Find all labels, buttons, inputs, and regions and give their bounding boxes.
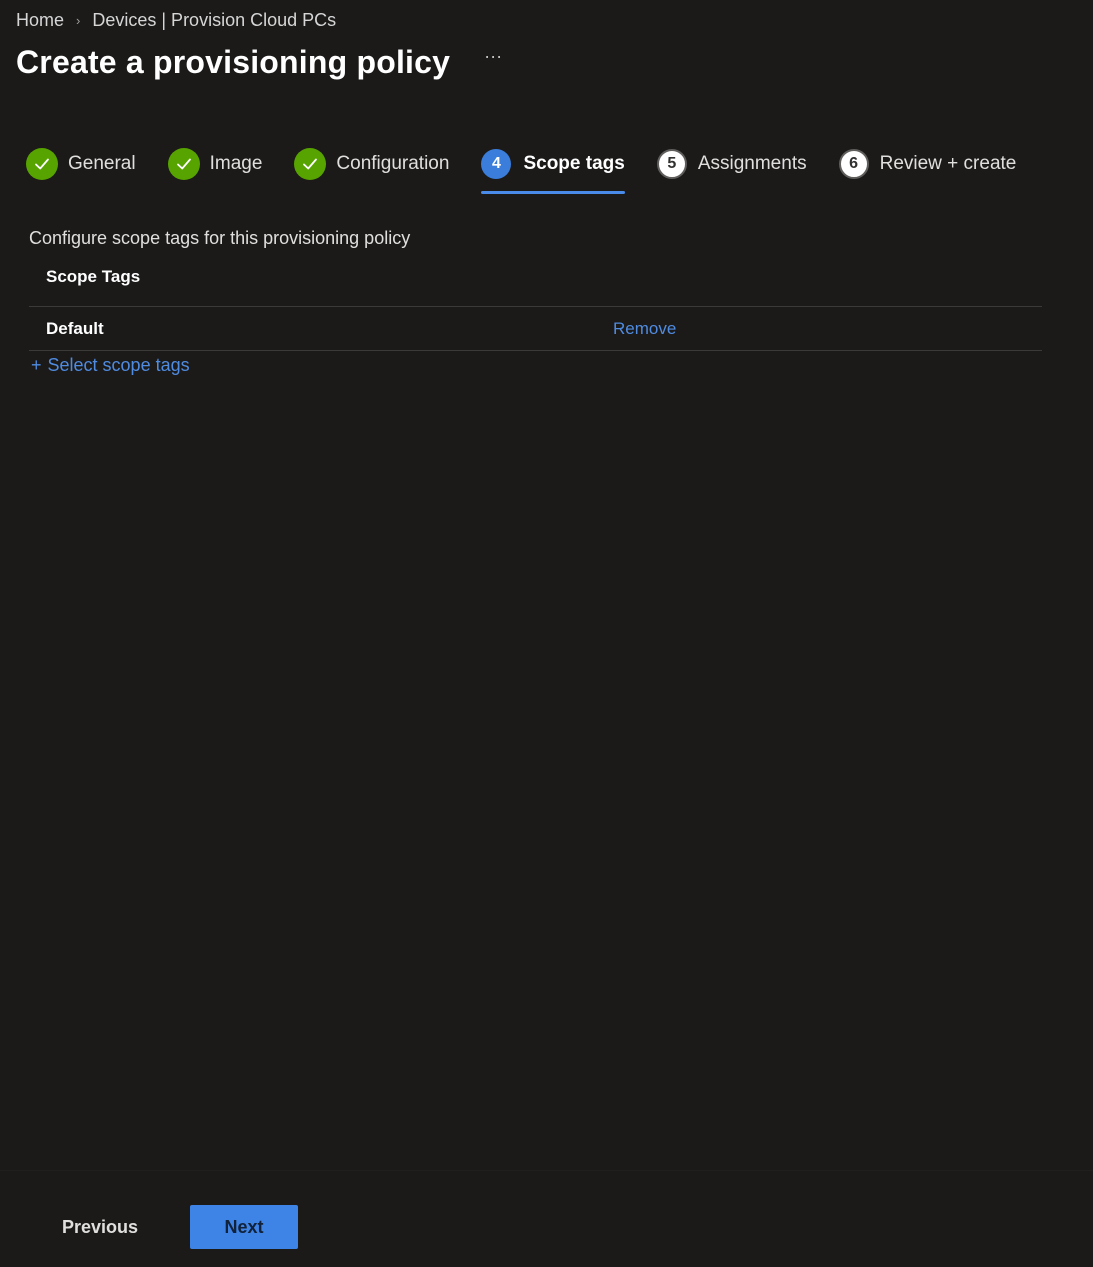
select-scope-tags-link[interactable]: + Select scope tags [29, 355, 190, 376]
scope-tags-section: Configure scope tags for this provisioni… [29, 228, 1042, 376]
wizard-steps: General Image Configuration 4 Scope tags… [26, 146, 1048, 194]
next-button[interactable]: Next [190, 1205, 298, 1249]
remove-link[interactable]: Remove [613, 319, 676, 339]
breadcrumb: Home › Devices | Provision Cloud PCs [16, 10, 336, 31]
table-header: Scope Tags [29, 267, 1042, 307]
table-row: Default Remove [29, 307, 1042, 351]
breadcrumb-home[interactable]: Home [16, 10, 64, 31]
step-number-badge: 5 [656, 149, 687, 179]
checkmark-icon [167, 148, 200, 180]
plus-icon: + [31, 355, 42, 375]
step-scope-tags[interactable]: 4 Scope tags [481, 146, 626, 194]
step-label: Configuration [336, 153, 450, 174]
step-number-badge: 6 [838, 149, 869, 179]
title-row: Create a provisioning policy ··· [16, 44, 502, 81]
scope-tag-name: Default [46, 318, 104, 338]
step-label: Image [209, 153, 263, 174]
step-label: Review + create [879, 153, 1017, 174]
step-label: Assignments [697, 153, 807, 174]
page-title: Create a provisioning policy [16, 44, 451, 80]
step-image[interactable]: Image [167, 146, 263, 182]
checkmark-icon [26, 148, 58, 180]
step-assignments[interactable]: 5 Assignments [656, 146, 807, 182]
step-number-badge: 4 [481, 149, 512, 179]
checkmark-icon [294, 148, 327, 180]
section-description: Configure scope tags for this provisioni… [29, 228, 411, 248]
step-general[interactable]: General [26, 146, 136, 182]
page: Home › Devices | Provision Cloud PCs Cre… [0, 0, 1093, 1267]
previous-button[interactable]: Previous [38, 1205, 162, 1249]
breadcrumb-devices[interactable]: Devices | Provision Cloud PCs [92, 10, 336, 31]
more-options-icon[interactable]: ··· [484, 46, 502, 67]
step-label: Scope tags [523, 153, 625, 174]
footer-bar: Previous Next [0, 1170, 1093, 1267]
step-review-create[interactable]: 6 Review + create [838, 146, 1017, 182]
step-configuration[interactable]: Configuration [294, 146, 449, 182]
select-scope-tags-label: Select scope tags [47, 355, 190, 375]
chevron-right-icon: › [76, 13, 81, 28]
step-label: General [68, 153, 136, 174]
